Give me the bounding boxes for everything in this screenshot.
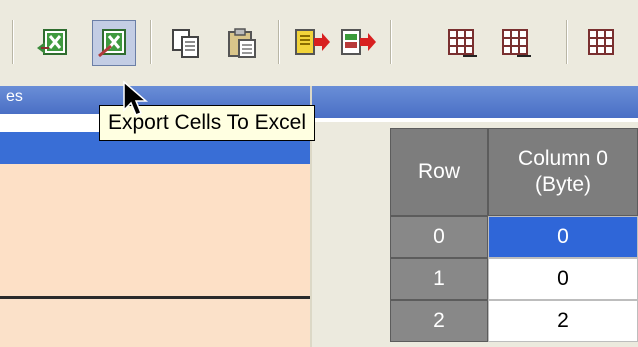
move-in-icon bbox=[295, 29, 330, 55]
toolbar-separator bbox=[566, 20, 568, 64]
list-row[interactable] bbox=[0, 164, 312, 296]
mouse-pointer-icon bbox=[123, 80, 149, 116]
move-out-button[interactable] bbox=[336, 20, 380, 66]
grid-cell[interactable]: 0 bbox=[488, 216, 638, 258]
import-excel-icon bbox=[37, 29, 67, 55]
move-in-button[interactable] bbox=[290, 20, 334, 66]
grid-cell[interactable]: 0 bbox=[488, 258, 638, 300]
copy-button[interactable] bbox=[164, 20, 208, 66]
paste-icon bbox=[228, 28, 256, 58]
grid-icon bbox=[588, 29, 614, 55]
export-cells-to-excel-button[interactable] bbox=[92, 20, 136, 66]
row-header[interactable]: 1 bbox=[390, 258, 488, 300]
grid-cell[interactable]: 2 bbox=[488, 300, 638, 342]
copy-icon bbox=[172, 29, 199, 58]
column-header-row[interactable]: Row bbox=[390, 128, 488, 216]
grid-button[interactable] bbox=[580, 20, 624, 66]
toolbar-separator bbox=[390, 20, 392, 64]
import-excel-button[interactable] bbox=[30, 20, 74, 66]
row-header[interactable]: 0 bbox=[390, 216, 488, 258]
paste-button[interactable] bbox=[220, 20, 264, 66]
row-header[interactable]: 2 bbox=[390, 300, 488, 342]
insert-row-button[interactable] bbox=[440, 20, 484, 66]
export-cells-to-excel-icon bbox=[98, 29, 126, 58]
insert-row-icon bbox=[448, 29, 477, 57]
column-header-column-0[interactable]: Column 0 (Byte) bbox=[488, 128, 638, 216]
insert-column-button[interactable] bbox=[494, 20, 538, 66]
toolbar bbox=[0, 0, 638, 86]
list-row[interactable] bbox=[0, 299, 312, 347]
left-panel-header-label: es bbox=[6, 88, 23, 105]
toolbar-separator bbox=[278, 20, 280, 64]
right-panel-header bbox=[312, 86, 638, 118]
insert-column-icon bbox=[502, 29, 531, 57]
move-out-icon bbox=[341, 29, 376, 55]
toolbar-separator bbox=[150, 20, 152, 64]
toolbar-separator bbox=[12, 20, 14, 64]
